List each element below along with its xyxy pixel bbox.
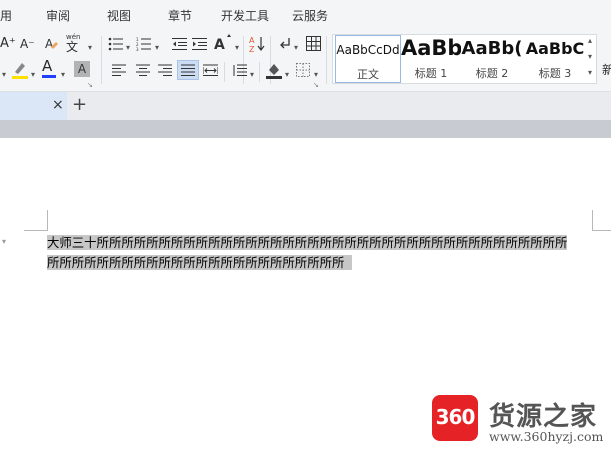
group-divider [259,62,260,82]
close-icon[interactable]: × [52,97,64,113]
style-heading-1[interactable]: AaBb 标题 1 [401,35,461,83]
watermark-logo: 360 [432,395,478,441]
styles-more-icon[interactable]: ▾ [588,68,592,77]
style-name: 标题 2 [475,67,509,80]
style-body-text[interactable]: AaBbCcDd 正文 [335,35,401,83]
svg-text:3: 3 [136,47,139,51]
document-tab[interactable]: × [0,92,67,120]
menu-item-reference[interactable]: 用 [0,8,12,24]
style-preview: AaBbC [525,39,585,58]
sort-icon[interactable]: AZ [249,35,265,53]
phonetic-char: 文 [66,40,79,54]
numbering-dropdown-icon[interactable]: ▾ [155,40,159,56]
svg-text:A: A [45,37,54,51]
menu-item-view[interactable]: 视图 [107,8,131,24]
fill-dropdown-icon[interactable]: ▾ [285,67,289,83]
change-case-dropdown-icon[interactable]: ▾ [235,40,239,56]
styles-scroll-down-icon[interactable]: ▾ [588,52,592,61]
highlight-icon[interactable] [12,61,28,79]
style-name: 标题 3 [538,67,572,80]
phonetic-dropdown-icon[interactable]: ▾ [88,40,92,56]
style-heading-3[interactable]: AaBbC 标题 3 [523,35,587,83]
menu-item-developer-tools[interactable]: 开发工具 [221,8,269,24]
line-spacing-icon[interactable] [232,64,247,77]
group-divider [101,62,102,82]
distributed-icon[interactable] [203,64,218,76]
styles-scroll-up-icon[interactable]: ▴ [588,36,592,45]
phonetic-guide-icon[interactable]: wén 文 [66,33,80,54]
decrease-indent-icon[interactable] [172,37,187,51]
highlight-dropdown-icon[interactable]: ▾ [2,67,6,83]
menu-item-chapter[interactable]: 章节 [168,8,192,24]
border-icon[interactable] [296,63,310,77]
group-divider [224,62,225,82]
font-color-icon[interactable]: A [42,58,56,78]
document-tab-bar: × + [0,92,611,120]
page-gutter [0,120,611,138]
char-shading-glyph: A [74,61,90,77]
crop-mark [592,230,611,231]
change-case-icon[interactable]: A [214,34,236,52]
font-dialog-launcher-icon[interactable]: ↘ [87,81,93,89]
document-text-line[interactable]: 大师三十所所所所所所所所所所所所所所所所所所所所所所所所所所所所所所所所所所所所… [47,234,568,251]
font-shrink-icon[interactable]: A⁻ [20,36,35,52]
increase-indent-icon[interactable] [192,37,207,51]
svg-text:Z: Z [249,45,255,53]
document-text-line[interactable]: 所所所所所所所所所所所所所所所所所所所所所所所所 [47,254,353,271]
menu-item-review[interactable]: 审阅 [46,8,70,24]
watermark-url: www.360hyzj.com [489,429,604,444]
line-break-icon[interactable] [278,36,292,52]
clear-format-icon[interactable]: A [44,36,60,52]
table-icon[interactable] [306,36,321,51]
align-center-icon[interactable] [136,64,150,76]
new-style-button[interactable]: 新 [602,62,611,78]
menu-bar: 用 审阅 视图 章节 开发工具 云服务 [0,0,611,30]
new-tab-icon[interactable]: + [72,95,87,115]
style-preview: AaBb [401,36,461,60]
selected-text[interactable]: 大师三十所所所所所所所所所所所所所所所所所所所所所所所所所所所所所所所所所所所所… [47,235,568,250]
align-right-icon[interactable] [158,64,172,76]
style-name: 正文 [357,68,379,81]
bullets-icon[interactable] [108,37,124,51]
paragraph-marker-icon: ▾ [2,237,7,246]
style-heading-2[interactable]: AaBb( 标题 2 [461,35,523,83]
fill-icon[interactable] [266,61,282,79]
group-divider [326,36,327,84]
selected-text[interactable]: 所所所所所所所所所所所所所所所所所所所所所所所所 [47,255,353,270]
font-color-swatch [42,75,56,78]
char-shading-icon[interactable]: A [74,61,90,77]
bullets-dropdown-icon[interactable]: ▾ [126,40,130,56]
font-color-glyph: A [42,57,53,75]
font-grow-icon[interactable]: A⁺ [0,36,16,52]
style-name: 标题 1 [414,67,448,80]
font-color-dropdown-icon[interactable]: ▾ [61,67,65,83]
paragraph-dialog-launcher-icon[interactable]: ↘ [313,81,319,89]
line-break-dropdown-icon[interactable]: ▾ [294,40,298,56]
align-left-icon[interactable] [112,64,126,76]
crop-mark [47,210,48,231]
svg-text:A: A [214,37,225,52]
style-preview: AaBbCcDd [336,43,400,57]
highlight-color-dropdown-icon[interactable]: ▾ [31,67,35,83]
watermark-badge-text: 360 [435,405,476,429]
crop-mark [592,210,593,231]
svg-text:A: A [249,36,255,45]
justify-icon[interactable] [177,60,199,80]
numbering-icon[interactable]: 123 [136,37,152,51]
menu-item-cloud-service[interactable]: 云服务 [292,8,328,24]
styles-gallery: AaBbCcDd 正文 AaBb 标题 1 AaBb( 标题 2 AaBbC 标… [332,34,597,84]
line-spacing-dropdown-icon[interactable]: ▾ [250,67,254,83]
watermark-title: 货源之家 [489,402,598,432]
style-preview: AaBb( [461,38,523,59]
crop-mark [24,230,48,231]
